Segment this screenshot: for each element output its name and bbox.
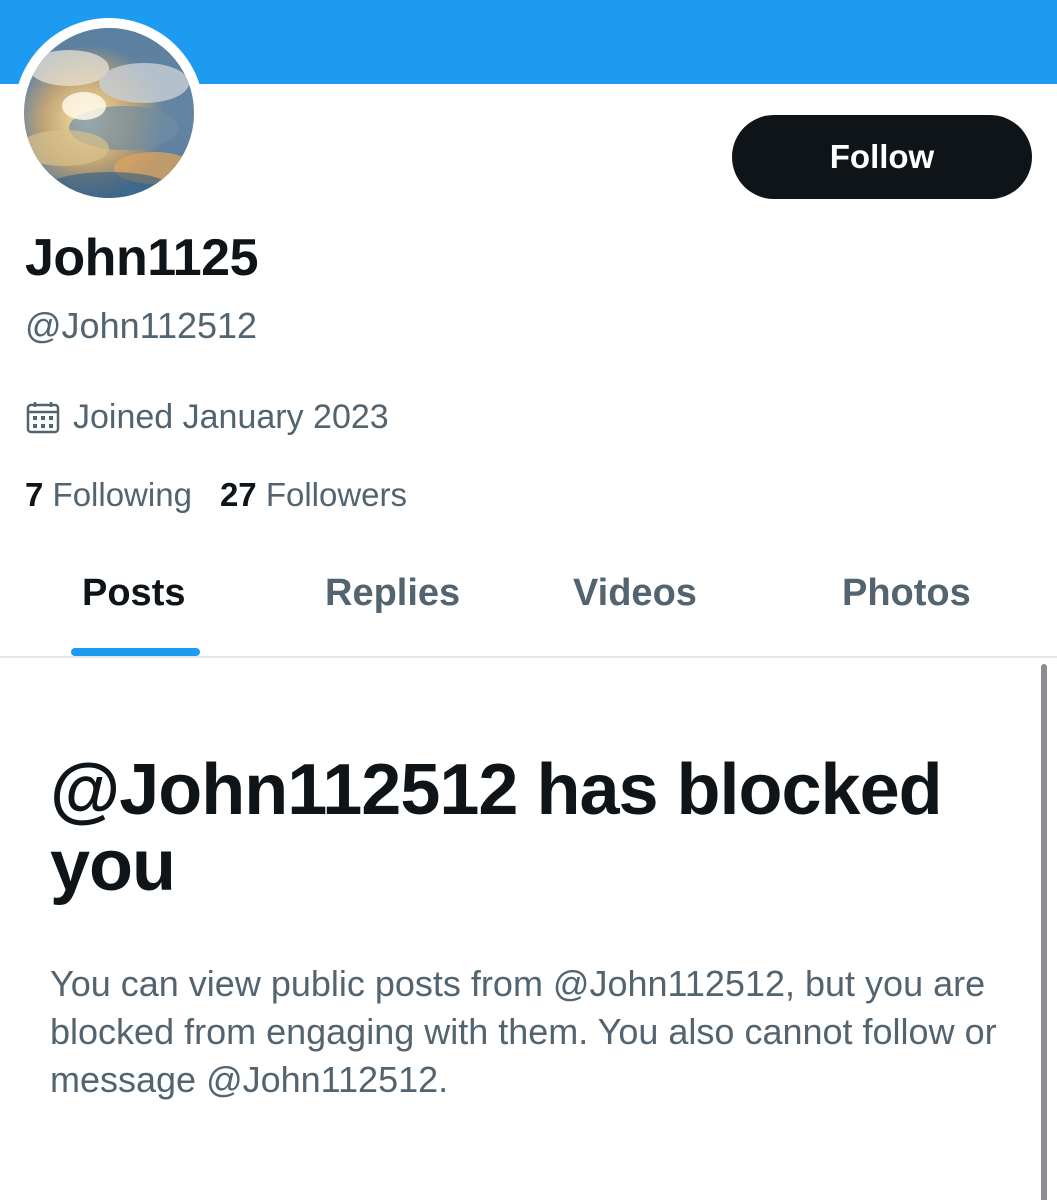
- profile-tabs: Posts Replies Videos Photos: [0, 550, 1057, 658]
- followers-count: 27: [219, 476, 257, 513]
- followers-label: Followers: [265, 476, 408, 513]
- profile-handle: @John112512: [25, 305, 258, 346]
- tab-replies[interactable]: Replies: [325, 572, 460, 615]
- avatar[interactable]: [14, 18, 204, 208]
- blocked-title: @John112512 has blocked you: [50, 750, 943, 906]
- following-link[interactable]: 7 Following: [25, 476, 192, 514]
- scrollbar[interactable]: [1041, 664, 1047, 1200]
- profile-page: Follow John1125 @John112512 Joined Janua…: [0, 0, 1057, 1200]
- joined-label: Joined January 2023: [73, 398, 389, 436]
- following-label: Following: [52, 476, 192, 513]
- followers-link[interactable]: 27 Followers: [220, 476, 407, 514]
- avatar-image: [24, 28, 194, 198]
- follow-button[interactable]: Follow: [732, 115, 1032, 199]
- active-tab-indicator: [71, 648, 200, 656]
- tab-videos[interactable]: Videos: [573, 572, 697, 615]
- display-name: John1125: [25, 229, 259, 287]
- blocked-message: You can view public posts from @John1125…: [50, 963, 997, 1100]
- tab-posts[interactable]: Posts: [82, 572, 185, 615]
- tab-photos[interactable]: Photos: [842, 572, 971, 615]
- joined-date: Joined January 2023: [25, 398, 389, 437]
- calendar-icon: [25, 400, 61, 436]
- follow-stats: 7 Following 27 Followers: [25, 476, 407, 514]
- following-count: 7: [25, 476, 44, 513]
